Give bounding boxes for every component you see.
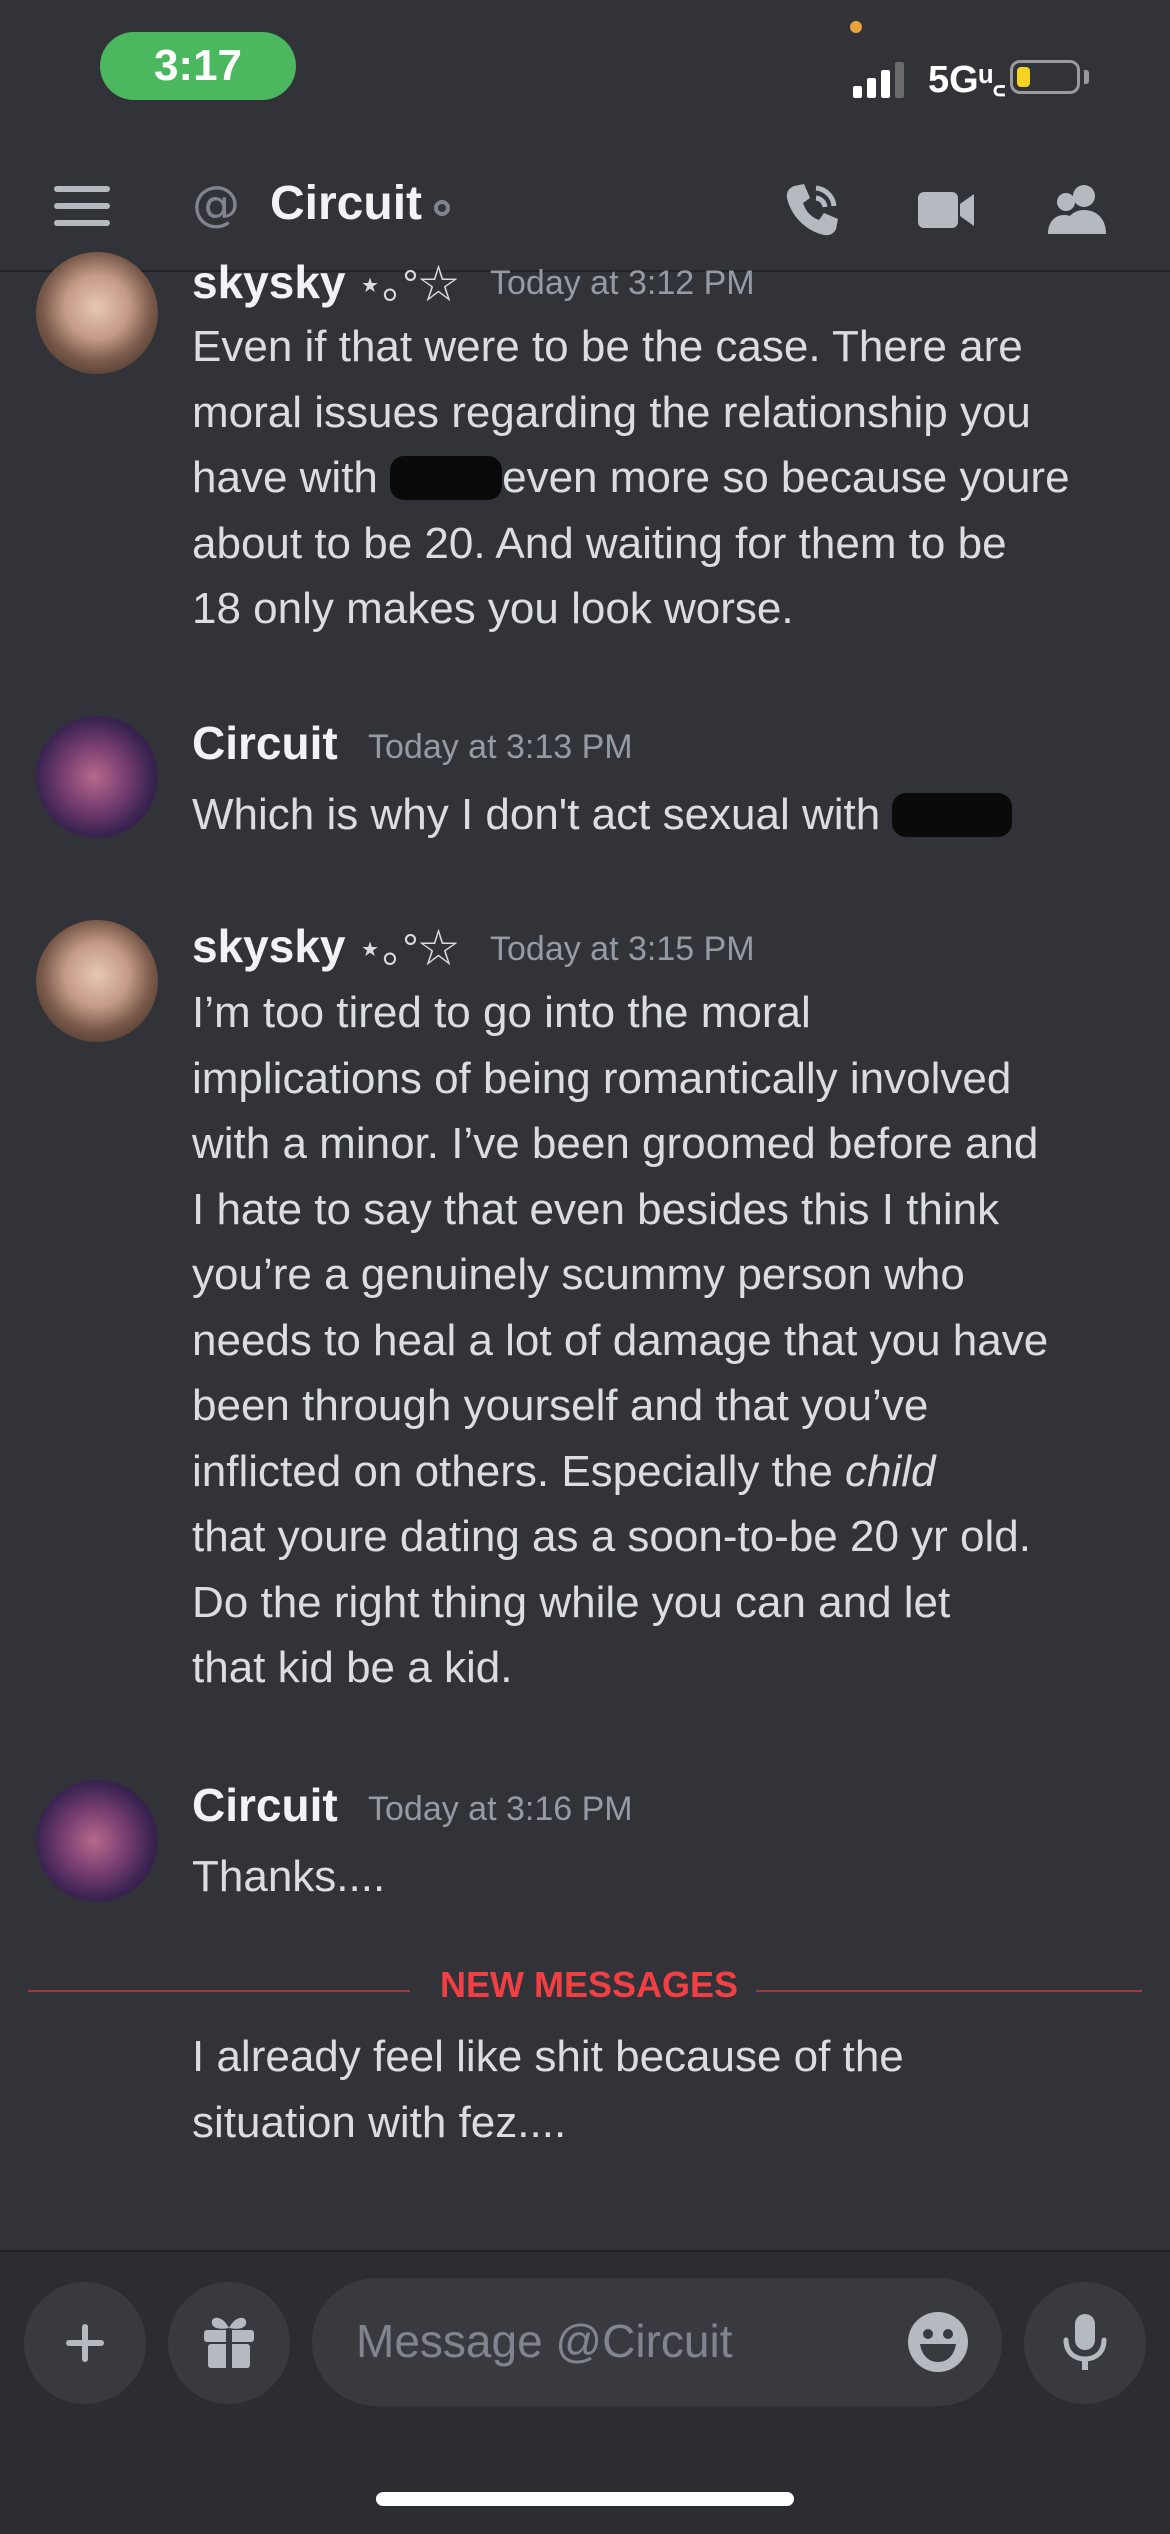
signal-strength-icon — [853, 62, 904, 98]
mic-icon — [1063, 2314, 1107, 2370]
privacy-indicator-dot — [850, 21, 862, 33]
message-line: about to be 20. And waiting for them to … — [192, 518, 1007, 568]
author-name[interactable]: skysky — [192, 256, 346, 308]
author-decoration: ⋆｡°☆ — [357, 263, 459, 307]
message-content[interactable]: Thanks.... — [192, 1844, 1142, 1910]
message-timestamp: Today at 3:13 PM — [368, 728, 633, 766]
new-messages-label: NEW MESSAGES — [440, 1964, 739, 2005]
message-line: moral issues regarding the relationship … — [192, 387, 1031, 437]
status-time: 3:17 — [100, 32, 296, 100]
message-line: Do the right thing while you can and let — [192, 1577, 951, 1627]
network-type: 5Gᵘ꜀ — [928, 59, 1006, 101]
message-line: Even if that were to be the case. There … — [192, 322, 1023, 371]
message-line: 18 only makes you look worse. — [192, 584, 794, 633]
channel-header — [0, 140, 1170, 272]
message-line: I already feel like shit because of the — [192, 2032, 904, 2081]
redacted-name — [892, 793, 1013, 837]
message-author[interactable]: Circuit — [192, 1778, 338, 1832]
emphasis-text: child — [845, 1446, 936, 1496]
message-timestamp: Today at 3:16 PM — [368, 1790, 633, 1828]
message-fragment: inflicted on others. Especially the — [192, 1446, 833, 1496]
new-messages-divider — [756, 1990, 1142, 1992]
avatar[interactable] — [36, 716, 158, 838]
plus-icon — [66, 2324, 104, 2362]
emoji-icon[interactable] — [906, 2310, 970, 2374]
gift-icon — [204, 2317, 254, 2368]
message-timestamp: Today at 3:12 PM — [490, 264, 755, 302]
battery-fill — [1017, 67, 1030, 87]
message-input-placeholder: Message @Circuit — [356, 2315, 733, 2367]
message-line: implications of being romantically invol… — [192, 1053, 1012, 1103]
message-line: I hate to say that even besides this I t… — [192, 1184, 1000, 1234]
avatar[interactable] — [36, 920, 158, 1042]
channel-title[interactable]: Circuit — [270, 176, 422, 231]
message-author[interactable]: skysky ⋆｡°☆ — [192, 252, 459, 310]
message-line: inflicted on others. Especially the chil… — [192, 1439, 1142, 1505]
message-line: have with even more so because youre — [192, 445, 1142, 511]
message-line: you’re a genuinely scummy person who — [192, 1250, 965, 1299]
message-content[interactable]: Which is why I don't act sexual with — [192, 782, 1142, 848]
message-line: that kid be a kid. — [192, 1643, 513, 1692]
avatar[interactable] — [36, 252, 158, 374]
message-content[interactable]: I’m too tired to go into the moral impli… — [192, 980, 1142, 1701]
author-name[interactable]: skysky — [192, 920, 346, 972]
add-attachment-button[interactable] — [24, 2282, 146, 2404]
offline-status-icon — [434, 200, 450, 216]
message-line: needs to heal a lot of damage that you h… — [192, 1315, 1049, 1365]
video-icon[interactable] — [914, 178, 978, 242]
message-content[interactable]: Even if that were to be the case. There … — [192, 314, 1142, 642]
members-icon[interactable] — [1046, 178, 1110, 242]
new-messages-divider — [28, 1990, 410, 1992]
message-content[interactable]: I already feel like shit because of the … — [192, 2024, 1142, 2155]
message-line: been through yourself and that you’ve — [192, 1381, 929, 1430]
home-indicator[interactable] — [376, 2492, 794, 2506]
author-decoration: ⋆｡°☆ — [357, 927, 459, 971]
message-fragment: have with — [192, 453, 391, 502]
message-line: with a minor. I’ve been groomed before a… — [192, 1119, 1039, 1168]
message-fragment: Which is why I don't act sexual with — [192, 790, 881, 839]
message-fragment: even more so because youre — [502, 453, 1070, 502]
battery-icon — [1010, 60, 1080, 94]
avatar[interactable] — [36, 1780, 158, 1902]
message-timestamp: Today at 3:15 PM — [490, 930, 755, 968]
battery-cap — [1084, 70, 1089, 84]
at-icon: @ — [192, 176, 240, 232]
gift-button[interactable] — [168, 2282, 290, 2404]
message-author[interactable]: skysky ⋆｡°☆ — [192, 916, 459, 974]
menu-icon[interactable] — [54, 186, 110, 226]
message-line: that youre dating as a soon-to-be 20 yr … — [192, 1512, 1031, 1561]
redacted-name — [390, 456, 503, 500]
call-icon[interactable] — [780, 178, 844, 242]
voice-message-button[interactable] — [1024, 2282, 1146, 2404]
message-author[interactable]: Circuit — [192, 716, 338, 770]
message-line: situation with fez.... — [192, 2097, 567, 2147]
message-line: I’m too tired to go into the moral — [192, 988, 811, 1037]
